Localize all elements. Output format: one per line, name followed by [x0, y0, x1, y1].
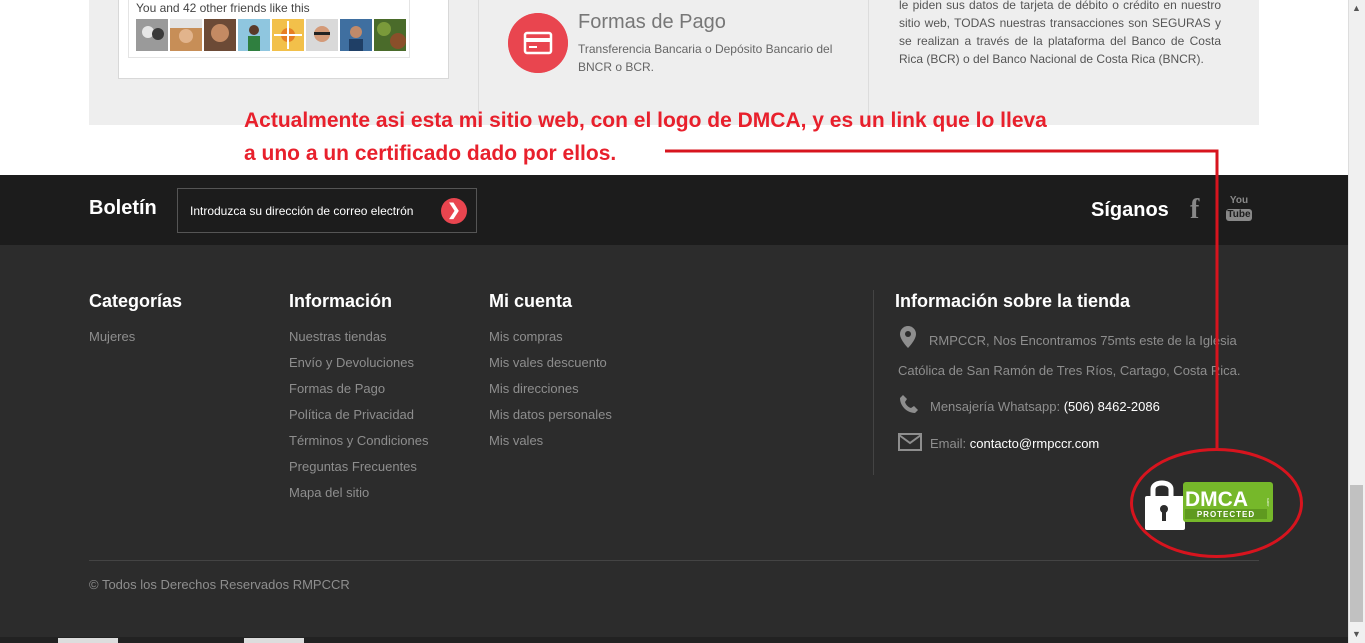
- avatar[interactable]: [340, 19, 372, 51]
- envelope-icon: [898, 433, 922, 451]
- footer-link-privacy[interactable]: Política de Privacidad: [289, 402, 428, 428]
- facebook-like-text: You and 42 other friends like this: [136, 1, 310, 15]
- newsletter-submit-button[interactable]: ❯: [441, 198, 467, 224]
- address-line-1: RMPCCR, Nos Encontramos 75mts este de la…: [929, 333, 1237, 348]
- address-line-2: Católica de San Ramón de Tres Ríos, Cart…: [898, 363, 1241, 378]
- whatsapp-label: Mensajería Whatsapp:: [930, 399, 1061, 414]
- avatar[interactable]: [374, 19, 406, 51]
- avatar[interactable]: [306, 19, 338, 51]
- account-title: Mi cuenta: [489, 291, 573, 311]
- categories-title: Categorías: [89, 291, 183, 311]
- footer-link-sitemap[interactable]: Mapa del sitio: [289, 480, 428, 506]
- security-text: le piden sus datos de tarjeta de débito …: [899, 0, 1221, 66]
- footer-link-orders[interactable]: Mis compras: [489, 324, 612, 350]
- taskbar-item[interactable]: [58, 638, 118, 643]
- account-list: Mis compras Mis vales descuento Mis dire…: [489, 324, 612, 454]
- avatar[interactable]: [136, 19, 168, 51]
- social-label: Síganos: [1091, 199, 1169, 221]
- facebook-icon[interactable]: f: [1190, 194, 1199, 226]
- footer-link-payment[interactable]: Formas de Pago: [289, 376, 428, 402]
- email-address[interactable]: contacto@rmpccr.com: [970, 436, 1100, 451]
- annotation-ellipse: [1130, 448, 1303, 558]
- store-info-title: Información sobre la tienda: [895, 291, 1131, 311]
- whatsapp-number: (506) 8462-2086: [1063, 399, 1160, 414]
- credit-card-icon: [508, 13, 568, 73]
- phone-icon: [900, 395, 918, 413]
- footer-link-stores[interactable]: Nuestras tiendas: [289, 324, 428, 350]
- email-label: Email:: [930, 436, 967, 451]
- email-contact: Email: contacto@rmpccr.com: [930, 436, 1099, 451]
- taskbar-item[interactable]: [244, 638, 304, 643]
- avatar[interactable]: [204, 19, 236, 51]
- footer-link-addresses[interactable]: Mis direcciones: [489, 376, 612, 402]
- youtube-tube-text: Tube: [1226, 209, 1252, 221]
- friend-avatars: [136, 19, 406, 51]
- annotation-line-2: a uno a un certificado dado por ellos.: [244, 142, 617, 165]
- scroll-up-icon[interactable]: ▲: [1348, 0, 1365, 17]
- footer-link-vouchers[interactable]: Mis vales descuento: [489, 350, 612, 376]
- newsletter-email-input[interactable]: [177, 188, 477, 233]
- scroll-down-icon[interactable]: ▼: [1348, 626, 1365, 643]
- store-address: RMPCCR, Nos Encontramos 75mts este de la…: [898, 326, 1248, 386]
- avatar[interactable]: [170, 19, 202, 51]
- youtube-you-text: You: [1229, 195, 1249, 206]
- information-title: Información: [289, 291, 393, 311]
- footer-bottom-divider: [89, 560, 1259, 561]
- avatar[interactable]: [272, 19, 304, 51]
- annotation-text: Actualmente asi esta mi sitio web, con e…: [244, 104, 1174, 170]
- copyright-text: © Todos los Derechos Reservados RMPCCR: [89, 577, 350, 592]
- youtube-icon[interactable]: You Tube: [1226, 195, 1252, 225]
- footer-link-personal-data[interactable]: Mis datos personales: [489, 402, 612, 428]
- footer-link-faq[interactable]: Preguntas Frecuentes: [289, 454, 428, 480]
- categories-list: Mujeres: [89, 324, 135, 350]
- information-list: Nuestras tiendas Envío y Devoluciones Fo…: [289, 324, 428, 506]
- newsletter-label: Boletín: [89, 197, 157, 219]
- whatsapp-contact: Mensajería Whatsapp: (506) 8462-2086: [930, 399, 1160, 414]
- footer-link-terms[interactable]: Términos y Condiciones: [289, 428, 428, 454]
- payment-description: Transferencia Bancaria o Depósito Bancar…: [578, 42, 833, 74]
- footer-link-credit-slips[interactable]: Mis vales: [489, 428, 612, 454]
- scrollbar-thumb[interactable]: [1350, 485, 1363, 622]
- annotation-line-1: Actualmente asi esta mi sitio web, con e…: [244, 109, 1047, 132]
- footer-link-mujeres[interactable]: Mujeres: [89, 324, 135, 350]
- footer-divider: [873, 290, 874, 475]
- chevron-right-icon: ❯: [447, 202, 461, 219]
- avatar[interactable]: [238, 19, 270, 51]
- footer-link-shipping[interactable]: Envío y Devoluciones: [289, 350, 428, 376]
- taskbar: [0, 637, 1348, 643]
- payment-title: Formas de Pago: [578, 11, 726, 33]
